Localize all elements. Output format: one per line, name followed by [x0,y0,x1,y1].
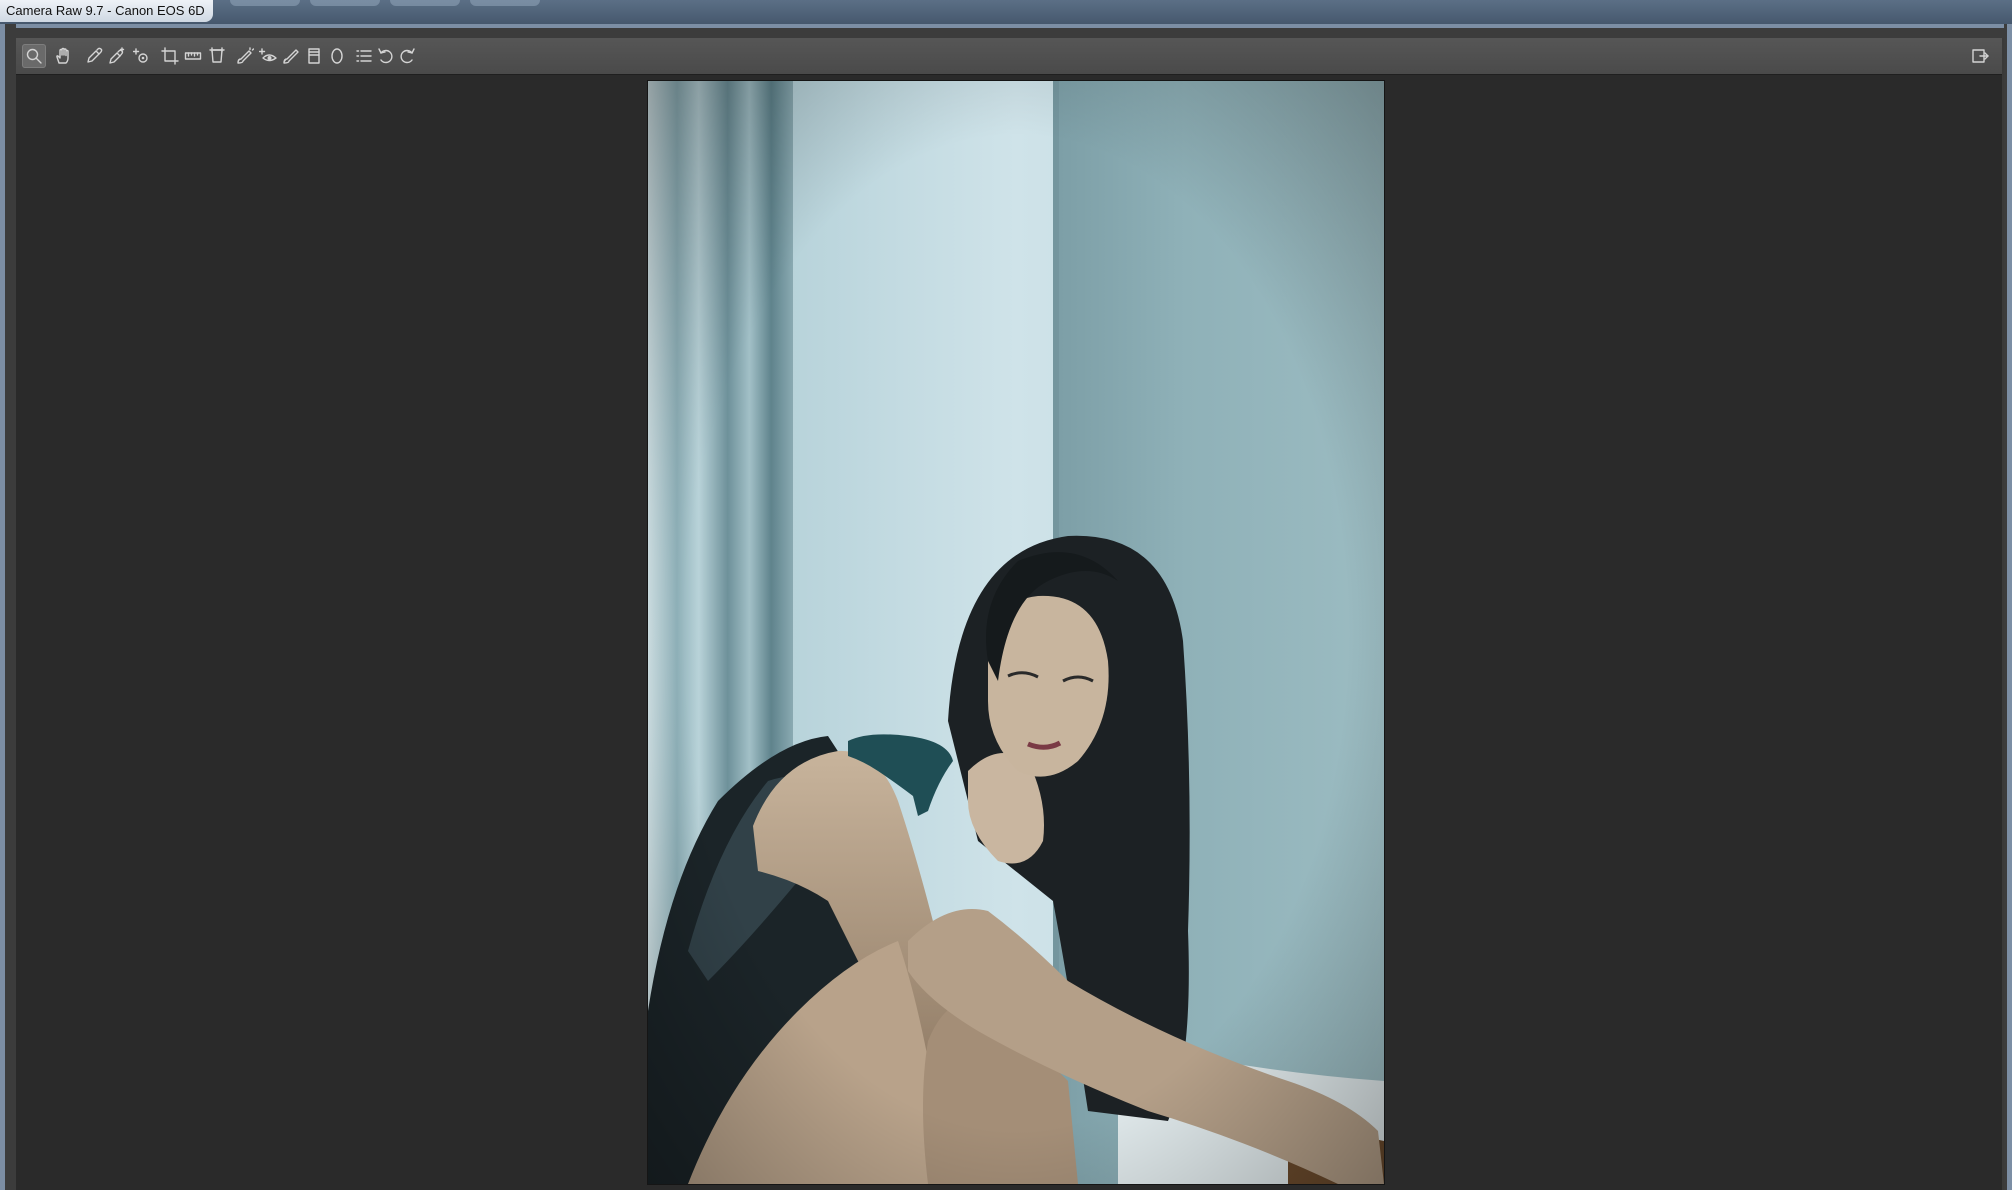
title-tab[interactable] [230,0,300,6]
spot-removal-tool[interactable] [233,44,257,68]
photo-illustration [648,81,1384,1184]
title-tab[interactable] [310,0,380,6]
radial-filter-tool[interactable] [325,44,349,68]
magnifier-icon [26,48,42,64]
fullscreen-toggle-icon [1972,49,1989,63]
preview-canvas[interactable] [16,75,2002,1190]
ruler-icon [184,52,202,60]
title-tab[interactable] [390,0,460,6]
window-frame-left [0,24,16,1190]
window-title: Camera Raw 9.7 - Canon EOS 6D [0,0,213,22]
crop-icon [161,47,179,65]
transform-icon [209,47,225,63]
window-frame-top [0,24,2012,38]
graduated-filter-tool[interactable] [302,44,326,68]
portrait-photo [648,81,1384,1184]
transform-tool[interactable] [205,44,229,68]
title-tab[interactable] [470,0,540,6]
crop-tool[interactable] [158,44,182,68]
graduated-filter-icon [308,48,320,64]
rotate-ccw-icon [378,48,393,64]
targeted-adjustment-tool[interactable] [130,44,154,68]
white-balance-tool[interactable] [82,44,106,68]
adjustment-brush-tool[interactable] [279,44,303,68]
list-icon [356,50,372,62]
window-frame-right [2004,24,2012,1190]
fullscreen-toggle-button[interactable] [1968,44,1992,68]
title-bar-tabs [230,0,540,6]
eyedropper-plus-icon [109,47,125,64]
eyedropper-icon [87,47,103,63]
target-adjust-icon [133,48,148,63]
rotate-cw-icon [400,48,415,64]
tool-bar [16,38,2002,75]
hand-icon [56,47,69,64]
red-eye-icon [259,48,277,62]
rotate-right-tool[interactable] [395,44,419,68]
title-bar: Camera Raw 9.7 - Canon EOS 6D [0,0,2012,24]
red-eye-tool[interactable] [256,44,280,68]
hand-tool[interactable] [51,44,75,68]
color-sampler-tool[interactable] [105,44,129,68]
brush-icon [283,49,299,64]
spot-brush-icon [237,47,254,64]
straighten-tool[interactable] [181,44,205,68]
ellipse-icon [331,48,343,64]
zoom-tool[interactable] [22,44,46,68]
camera-raw-window: Camera Raw 9.7 - Canon EOS 6D [0,0,2012,1190]
preferences-tool[interactable] [352,44,376,68]
